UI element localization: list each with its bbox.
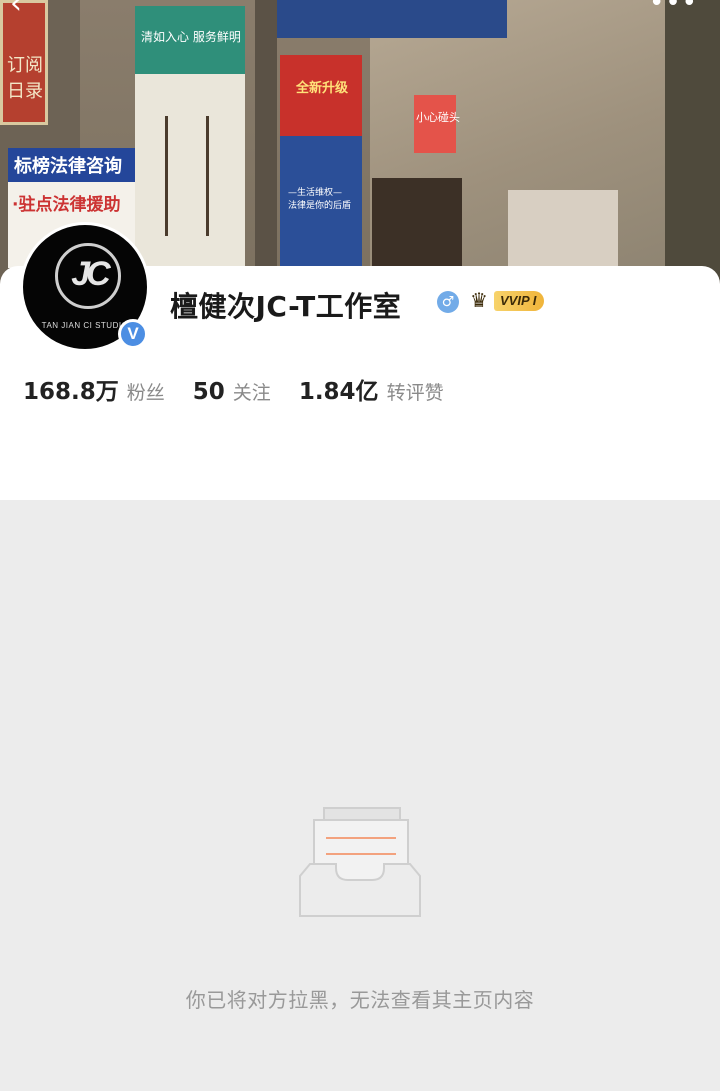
scales-of-justice-icon <box>165 116 209 236</box>
profile-stats: 168.8万 粉丝 50 关注 1.84亿 转评赞 <box>23 372 472 406</box>
stat-value: 168.8万 <box>23 379 119 405</box>
back-button[interactable]: ‹ <box>10 0 46 24</box>
stat-label: 关注 <box>232 382 271 404</box>
more-button[interactable]: ••• <box>649 0 698 16</box>
vip-label: VVIP I <box>494 291 545 311</box>
cover-shop-window <box>508 190 618 268</box>
vip-badge[interactable]: ♛ VVIP I <box>470 289 558 313</box>
cover-poster-green: 清如入心 服务鲜明 <box>135 6 245 268</box>
cover-poster-red-blue: 全新升级 —生活维权— 法律是你的后盾 <box>280 55 362 268</box>
cover-banner-top <box>277 0 507 38</box>
stat-label: 转评赞 <box>386 382 444 404</box>
stat-followers[interactable]: 168.8万 粉丝 <box>23 372 165 406</box>
verified-v-icon: V <box>118 319 148 349</box>
stat-following[interactable]: 50 关注 <box>193 378 271 405</box>
stat-label: 粉丝 <box>126 382 165 404</box>
cover-sign-caution: 小心碰头 <box>414 95 460 153</box>
blocked-message: 你已将对方拉黑，无法查看其主页内容 <box>185 988 535 1012</box>
male-icon: ♂ <box>437 291 459 313</box>
chevron-left-icon: ‹ <box>10 0 22 21</box>
more-dots-icon: ••• <box>648 0 698 18</box>
stat-value: 1.84亿 <box>298 379 379 405</box>
empty-box-icon <box>296 806 424 920</box>
stat-likes[interactable]: 1.84亿 转评赞 <box>299 372 444 406</box>
cover-pillar <box>255 0 277 285</box>
cover-shop-window <box>372 178 462 266</box>
profile-name: 檀健次JC-T工作室 <box>170 290 402 323</box>
cover-pillar <box>665 0 720 285</box>
stat-value: 50 <box>192 379 225 405</box>
avatar-monogram: JC <box>71 255 110 293</box>
